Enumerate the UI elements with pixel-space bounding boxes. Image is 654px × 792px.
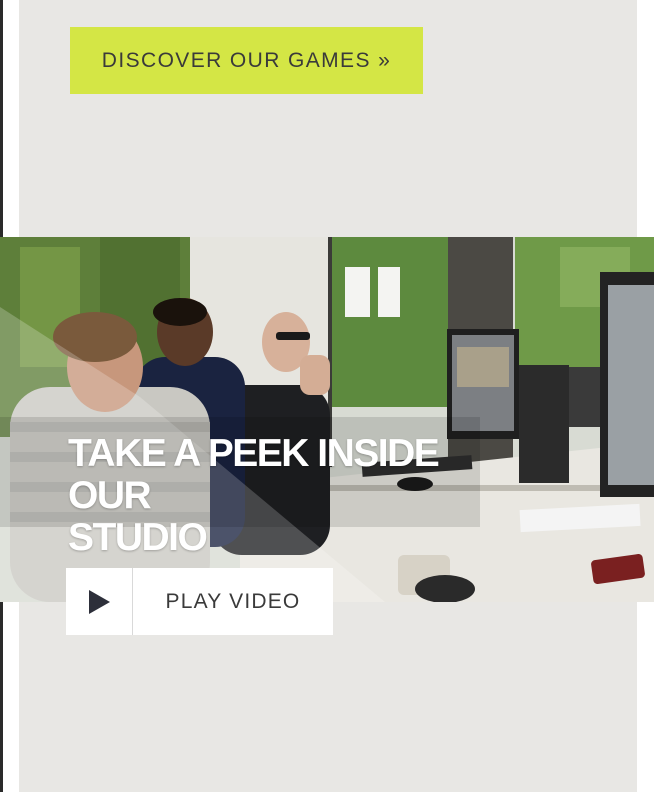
headline-line-1: TAKE A PEEK INSIDE OUR — [68, 432, 440, 517]
play-video-label: PLAY VIDEO — [165, 589, 301, 613]
play-icon[interactable] — [66, 568, 133, 635]
headline-line-2: STUDIO — [68, 516, 208, 559]
play-video-button[interactable]: PLAY VIDEO — [66, 568, 333, 635]
discover-games-button[interactable]: DISCOVER OUR GAMES » — [70, 27, 423, 94]
studio-headline: TAKE A PEEK INSIDE OUR STUDIO — [68, 433, 488, 559]
